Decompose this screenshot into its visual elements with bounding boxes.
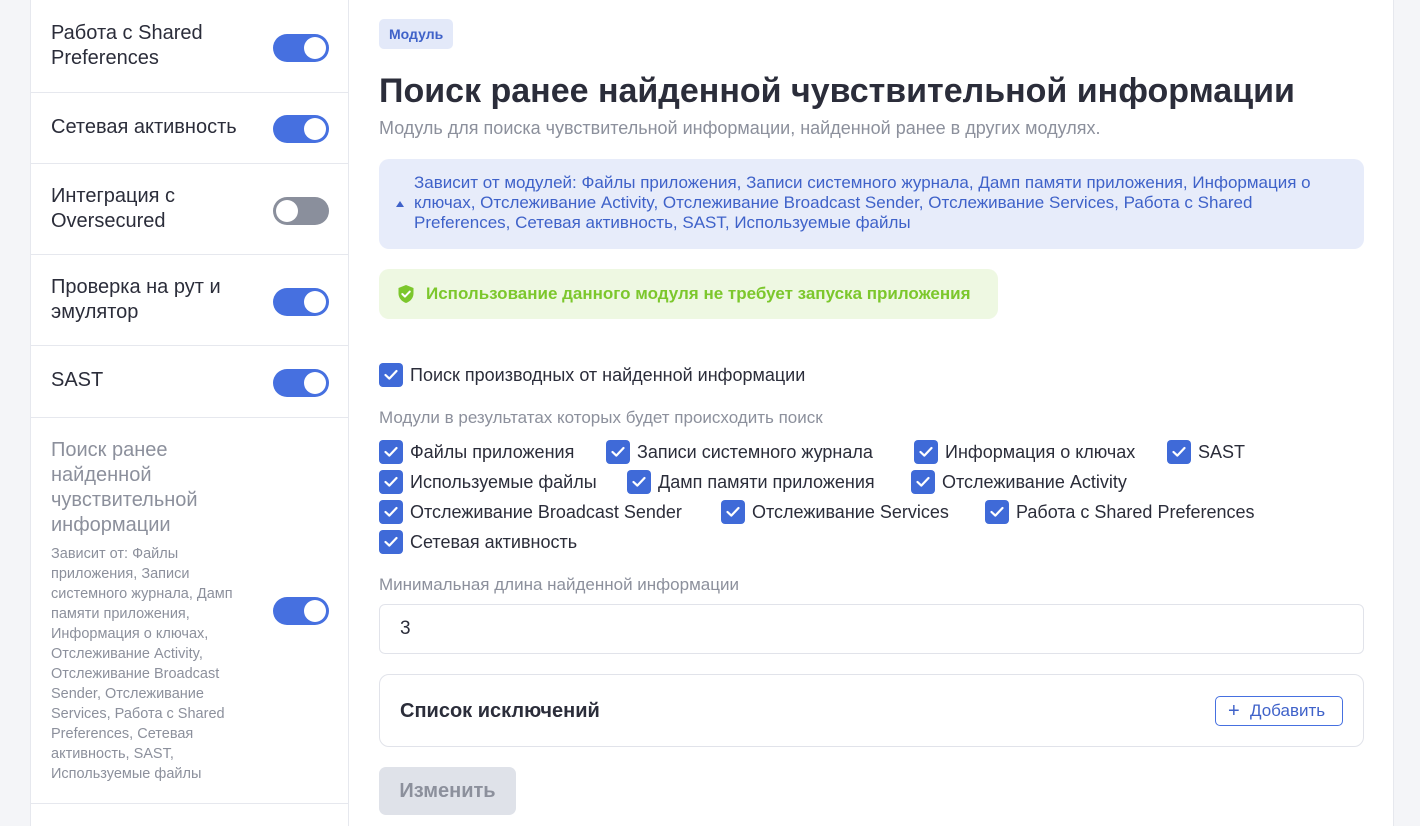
checkbox-label: Работа с Shared Preferences [1016,502,1255,522]
checkbox-label: SAST [1198,442,1246,462]
page-subtitle: Модуль для поиска чувствительной информа… [379,118,1101,138]
sidebar-item-sensitive-search: Поиск ранее найденной чувствительной инф… [31,418,348,804]
checkbox-checked-icon [379,530,403,554]
checkbox-checked-icon [721,500,745,524]
oversecured-toggle[interactable] [273,197,329,225]
network-activity-toggle[interactable] [273,115,329,143]
add-button-label: Добавить [1250,701,1326,720]
sidebar-item-shared-preferences: Работа с Shared Preferences [31,0,348,93]
module-checkbox[interactable]: Отслеживание Services [721,500,949,524]
sensitive-search-toggle[interactable] [273,597,329,625]
checkbox-label: Сетевая активность [410,532,578,552]
triangle-up-icon [396,201,404,207]
sidebar-item-label: SAST [51,369,104,391]
module-checkbox[interactable]: Записи системного журнала [606,440,873,464]
checkbox-checked-icon [379,440,403,464]
plus-icon: + [1228,700,1240,722]
checkbox-label: Используемые файлы [410,472,597,492]
module-checkbox[interactable]: Сетевая активность [379,530,577,554]
checkbox-checked-icon [911,470,935,494]
checkbox-checked-icon [379,500,403,524]
sast-toggle[interactable] [273,369,329,397]
checkbox-label: Отслеживание Broadcast Sender [410,502,682,522]
submit-button[interactable]: Изменить [379,767,516,815]
checkbox-label: Поиск производных от найденной информаци… [410,365,806,385]
min-length-input[interactable]: 3 [379,604,1364,654]
root-check-toggle[interactable] [273,288,329,316]
derived-search-checkbox[interactable]: Поиск производных от найденной информаци… [379,363,805,387]
module-checkbox[interactable]: Информация о ключах [914,440,1135,464]
checkbox-checked-icon [627,470,651,494]
sidebar-item-oversecured: Интеграция с Oversecured [31,164,348,255]
sidebar-item-label: Проверка на рут и эмулятор [51,276,221,323]
checkbox-checked-icon [914,440,938,464]
checkbox-label: Файлы приложения [410,442,575,462]
checkbox-label: Отслеживание Services [752,502,949,522]
dependencies-notice: Зависит от модулей: Файлы приложения, За… [379,159,1364,249]
module-badge: Модуль [379,19,454,49]
sidebar-item-label: Интеграция с Oversecured [51,185,176,232]
modules-sidebar: Работа с Shared Preferences Сетевая акти… [30,0,349,826]
shield-check-icon [398,285,414,303]
module-checkbox[interactable]: Отслеживание Activity [911,470,1127,494]
dependencies-text: Зависит от модулей: Файлы приложения, За… [414,173,1311,232]
module-settings-panel: Модуль Поиск ранее найденной чувствитель… [349,0,1394,826]
shared-preferences-toggle[interactable] [273,34,329,62]
checkbox-label: Информация о ключах [945,442,1136,462]
module-checkbox[interactable]: Работа с Shared Preferences [985,500,1255,524]
checkbox-label: Записи системного журнала [637,442,873,462]
module-checkbox[interactable]: Отслеживание Broadcast Sender [379,500,682,524]
sidebar-item-network-activity: Сетевая активность [31,93,348,164]
module-checkbox[interactable]: SAST [1167,440,1245,464]
sidebar-item-label: Поиск ранее найденной чувствительной инф… [51,439,198,536]
module-checkbox[interactable]: Файлы приложения [379,440,574,464]
page-title: Поиск ранее найденной чувствительной инф… [379,72,1295,110]
sidebar-item-root-check: Проверка на рут и эмулятор [31,255,348,346]
add-exclusion-button[interactable]: + Добавить [1215,696,1343,726]
exclusions-panel: Список исключений + Добавить [379,674,1364,747]
checkbox-label: Отслеживание Activity [942,472,1127,492]
exclusions-title: Список исключений [400,700,600,722]
checkbox-checked-icon [606,440,630,464]
no-launch-text: Использование данного модуля не требует … [426,284,971,303]
checkbox-checked-icon [985,500,1009,524]
checkbox-label: Дамп памяти приложения [658,472,875,492]
checkbox-checked-icon [379,363,403,387]
checkbox-checked-icon [379,470,403,494]
sidebar-item-dependencies: Зависит от: Файлы приложения, Записи сис… [51,546,233,782]
modules-label: Модули в результатах которых будет проис… [379,408,823,427]
min-length-label: Минимальная длина найденной информации [379,575,739,594]
sidebar-item-label: Работа с Shared Preferences [51,22,203,69]
no-launch-notice: Использование данного модуля не требует … [379,269,998,319]
module-checkbox[interactable]: Дамп памяти приложения [627,470,875,494]
checkbox-checked-icon [1167,440,1191,464]
module-checkbox[interactable]: Используемые файлы [379,470,597,494]
sidebar-item-label: Сетевая активность [51,116,237,138]
sidebar-item-sast: SAST [31,346,348,418]
